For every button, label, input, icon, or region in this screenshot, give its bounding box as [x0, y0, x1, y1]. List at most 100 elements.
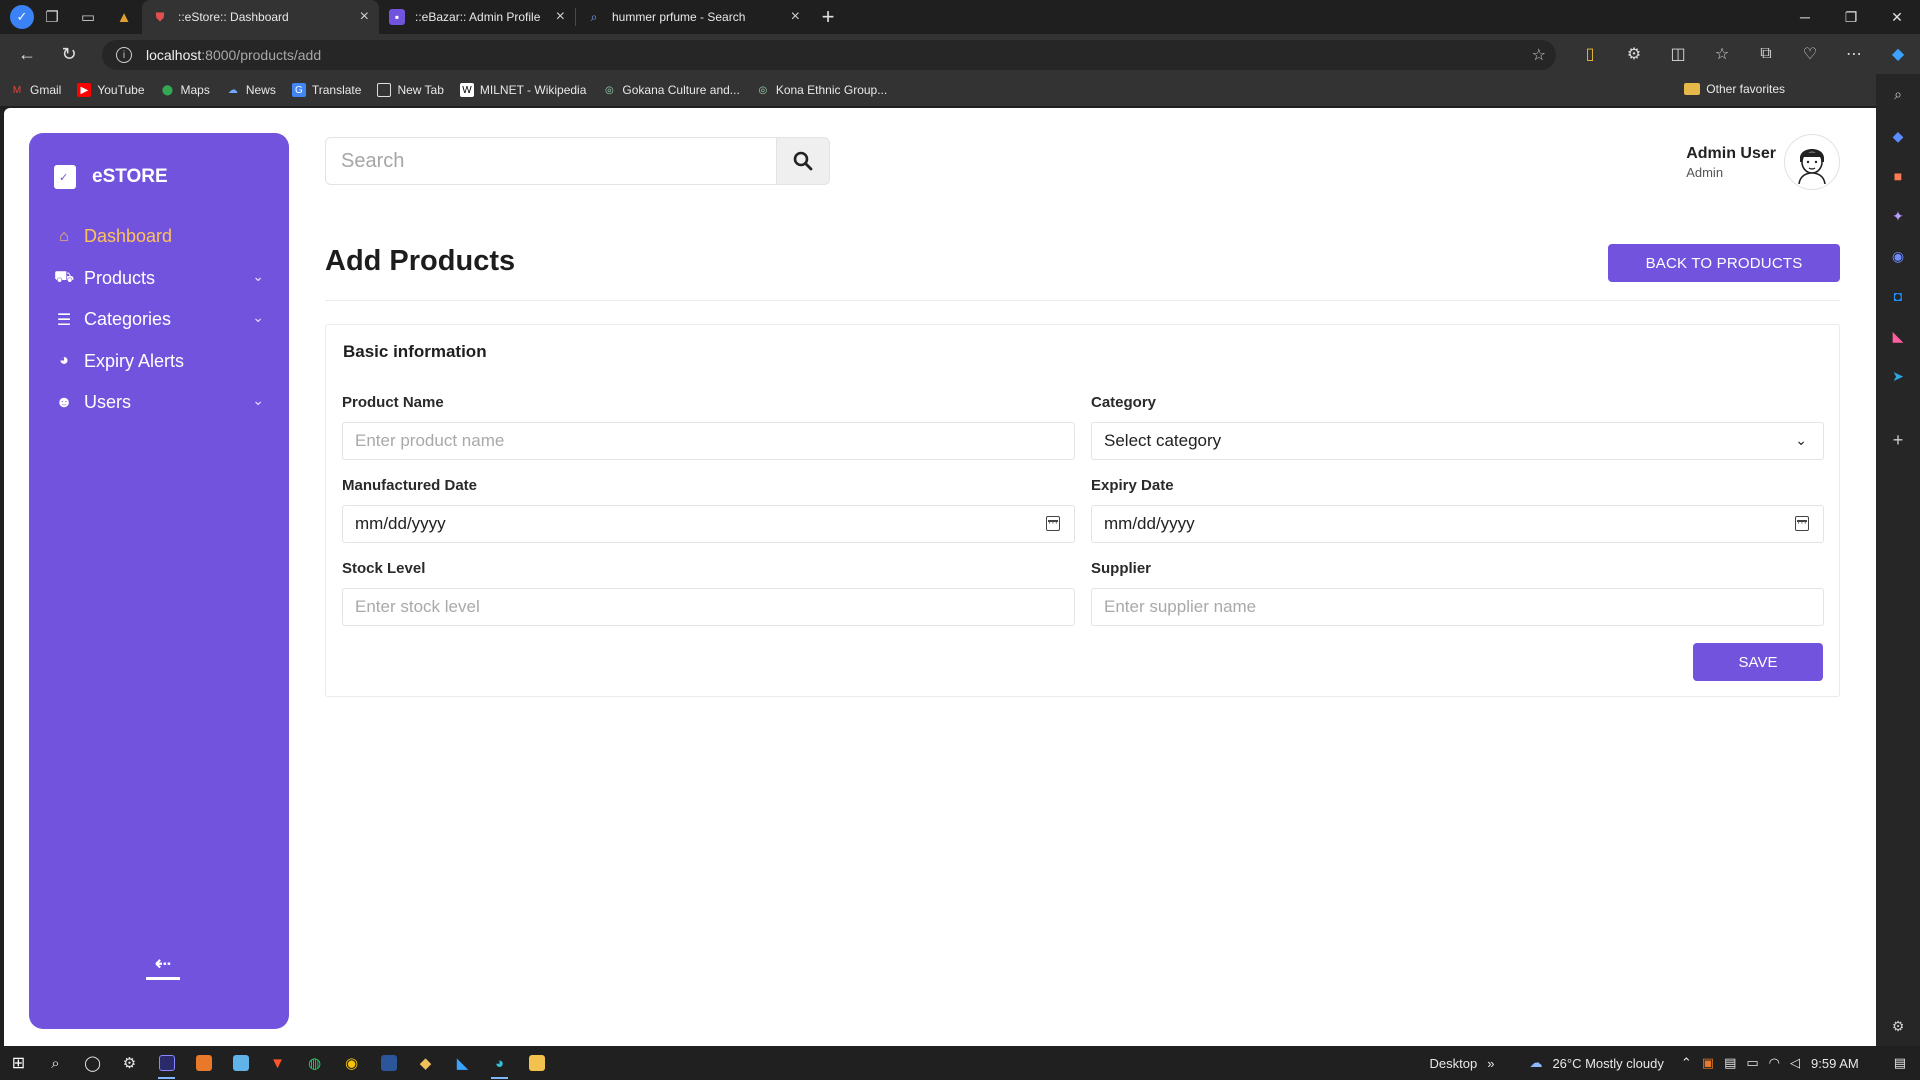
bookmark-gmail[interactable]: M Gmail: [10, 83, 62, 97]
sidebar-outlook-icon[interactable]: ◘: [1888, 286, 1908, 306]
volume-icon[interactable]: ◁: [1790, 1055, 1800, 1071]
sidebar-telegram-icon[interactable]: ➤: [1888, 366, 1908, 386]
chevron-up-icon[interactable]: ⌃: [1681, 1055, 1692, 1071]
hierarchy-icon: ☰: [56, 311, 72, 329]
browser-tab-ebazar[interactable]: ▪ ::eBazar:: Admin Profile ×: [379, 0, 575, 34]
supplier-input[interactable]: Enter supplier name: [1091, 588, 1824, 626]
browser-essentials-icon[interactable]: ♡: [1788, 44, 1832, 64]
avatar[interactable]: [1784, 134, 1840, 190]
desktop-label[interactable]: Desktop: [1430, 1056, 1478, 1071]
bookmark-kona[interactable]: ◎ Kona Ethnic Group...: [756, 83, 887, 97]
notifications-icon[interactable]: ▤: [1894, 1055, 1906, 1071]
sidebar-item-categories[interactable]: ☰ Categories ⌄: [29, 299, 289, 341]
other-favorites[interactable]: Other favorites: [1684, 82, 1785, 96]
whatsapp-icon[interactable]: ◍: [296, 1046, 333, 1080]
sidebar-shopping-icon[interactable]: ■: [1888, 166, 1908, 186]
chevron-down-icon[interactable]: ⌄: [252, 268, 264, 285]
manufactured-date-input[interactable]: mm/dd/yyyy: [342, 505, 1075, 543]
workspaces-icon[interactable]: ❐: [34, 0, 70, 34]
minimize-icon[interactable]: ─: [1782, 0, 1828, 34]
favorites-icon[interactable]: ☆: [1700, 44, 1744, 64]
weather-text[interactable]: 26°C Mostly cloudy: [1552, 1056, 1663, 1071]
collapse-sidebar-button[interactable]: ⇠: [146, 954, 180, 983]
start-icon[interactable]: ⊞: [0, 1046, 37, 1080]
expiry-date-input[interactable]: mm/dd/yyyy: [1091, 505, 1824, 543]
calendar-icon[interactable]: [1795, 516, 1809, 531]
battery-icon[interactable]: ▭: [1746, 1055, 1758, 1071]
sidebar-add-icon[interactable]: +: [1888, 430, 1908, 450]
tray-app-icon[interactable]: ▣: [1702, 1055, 1714, 1071]
pinned-tab-icon[interactable]: ▲: [106, 0, 142, 34]
sidebar-item-dashboard[interactable]: ⌂ Dashboard: [29, 216, 289, 258]
bookmark-youtube[interactable]: ▶ YouTube: [77, 83, 145, 97]
more-options-icon[interactable]: ⋯: [1832, 44, 1876, 64]
favorite-star-icon[interactable]: ☆: [1532, 45, 1546, 65]
browser-tab-search[interactable]: ⌕ hummer prfume - Search ×: [576, 0, 810, 34]
wallet-icon[interactable]: ▯: [1568, 44, 1612, 64]
product-name-input[interactable]: Enter product name: [342, 422, 1075, 460]
chevron-right-icon[interactable]: »: [1487, 1056, 1494, 1071]
cortana-icon[interactable]: ◯: [74, 1046, 111, 1080]
restore-icon[interactable]: ❐: [1828, 0, 1874, 34]
chrome-icon[interactable]: ◉: [333, 1046, 370, 1080]
close-tab-icon[interactable]: ×: [360, 8, 369, 26]
brand[interactable]: eSTORE: [54, 165, 168, 189]
tab-actions-icon[interactable]: ▭: [70, 0, 106, 34]
bookmark-translate[interactable]: G Translate: [291, 83, 361, 97]
chevron-down-icon[interactable]: ⌄: [252, 309, 264, 326]
extensions-icon[interactable]: ⚙: [1612, 44, 1656, 64]
bookmark-milnet[interactable]: W MILNET - Wikipedia: [459, 83, 586, 97]
tray-device-icon[interactable]: ▤: [1724, 1055, 1736, 1071]
browser-profile-icon[interactable]: ✓: [10, 5, 34, 29]
search-input[interactable]: [325, 137, 776, 185]
category-select[interactable]: Select category ⌄: [1091, 422, 1824, 460]
brave-icon[interactable]: ▼: [259, 1046, 296, 1080]
bookmark-gokana[interactable]: ◎ Gokana Culture and...: [602, 83, 740, 97]
chevron-down-icon[interactable]: ⌄: [252, 392, 264, 409]
search-button[interactable]: [776, 137, 830, 185]
bookmark-new-tab[interactable]: New Tab: [377, 83, 444, 97]
new-tab-button[interactable]: +: [810, 0, 846, 34]
taskbar-search-icon[interactable]: ⌕: [37, 1046, 74, 1080]
wifi-icon[interactable]: ◠: [1769, 1055, 1780, 1071]
stock-level-input[interactable]: Enter stock level: [342, 588, 1075, 626]
site-info-icon[interactable]: i: [116, 47, 132, 63]
split-screen-icon[interactable]: ◫: [1656, 44, 1700, 64]
bookmark-news[interactable]: ☁ News: [226, 83, 276, 97]
close-window-icon[interactable]: ✕: [1874, 0, 1920, 34]
git-icon[interactable]: ◆: [407, 1046, 444, 1080]
sidebar-designer-icon[interactable]: ◣: [1888, 326, 1908, 346]
sidebar-item-users[interactable]: ☻ Users ⌄: [29, 382, 289, 424]
taskview-icon[interactable]: [148, 1046, 185, 1080]
bookmark-maps[interactable]: ⬤ Maps: [161, 83, 210, 97]
sidebar-item-products[interactable]: ⛟ Products ⌄: [29, 258, 289, 300]
sidebar-tools-icon[interactable]: ✦: [1888, 206, 1908, 226]
calendar-icon[interactable]: [1046, 516, 1060, 531]
sidebar-games-icon[interactable]: ◉: [1888, 246, 1908, 266]
close-tab-icon[interactable]: ×: [556, 8, 565, 26]
sidebar-item-expiry-alerts[interactable]: ◕ Expiry Alerts: [29, 341, 289, 383]
app-orange-icon[interactable]: [185, 1046, 222, 1080]
sidebar-settings-icon[interactable]: ⚙: [1888, 1016, 1908, 1036]
edge-icon[interactable]: ◕: [481, 1046, 518, 1080]
word-icon[interactable]: [370, 1046, 407, 1080]
sidebar-tag-icon[interactable]: ◆: [1888, 126, 1908, 146]
user-menu[interactable]: Admin User Admin: [1686, 134, 1840, 190]
refresh-icon[interactable]: ↻: [48, 34, 90, 74]
clock[interactable]: 9:59 AM: [1811, 1056, 1859, 1071]
sidebar-search-icon[interactable]: ⌕: [1888, 84, 1908, 104]
save-button[interactable]: SAVE: [1693, 643, 1823, 681]
settings-icon[interactable]: ⚙: [111, 1046, 148, 1080]
file-explorer-icon[interactable]: [518, 1046, 555, 1080]
collections-icon[interactable]: ⧉: [1744, 45, 1788, 63]
vscode-icon[interactable]: ◣: [444, 1046, 481, 1080]
close-tab-icon[interactable]: ×: [791, 8, 800, 26]
back-to-products-button[interactable]: BACK TO PRODUCTS: [1608, 244, 1840, 282]
browser-tab-estore[interactable]: ⛊ ::eStore:: Dashboard ×: [142, 0, 379, 34]
back-arrow-icon[interactable]: ←: [6, 34, 48, 74]
notepad-icon[interactable]: [222, 1046, 259, 1080]
address-bar[interactable]: i localhost:8000/products/add ☆: [102, 40, 1556, 70]
copilot-icon[interactable]: ◆: [1876, 44, 1920, 64]
expiry-date-value: mm/dd/yyyy: [1104, 514, 1195, 533]
weather-icon[interactable]: ☁: [1529, 1055, 1542, 1071]
